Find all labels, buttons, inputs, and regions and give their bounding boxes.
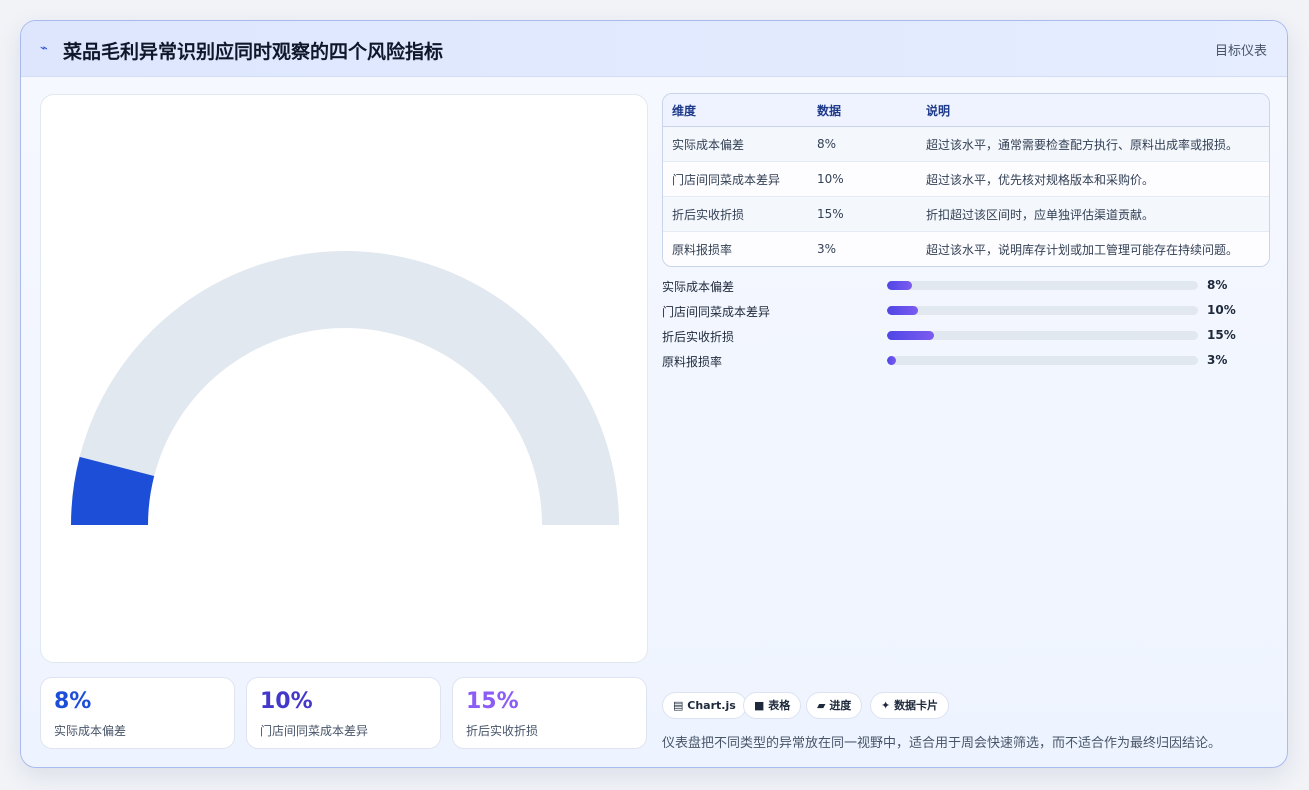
column-header-dimension: 维度 (663, 94, 808, 127)
stat-value: 10% (260, 689, 313, 714)
progress-label: 门店间同菜成本差异 (662, 305, 771, 319)
progress-icon: ▰ (817, 699, 826, 712)
progress-row: 门店间同菜成本差异 10% (662, 300, 1270, 325)
progress-label: 原料报损率 (662, 355, 723, 369)
table-cell: 原料报损率 (663, 231, 808, 266)
table-cell: 8% (808, 126, 917, 162)
chip-label: 数据卡片 (894, 699, 939, 712)
chip-label: 进度 (829, 699, 852, 712)
chip-chartjs: ▤ Chart.js (662, 692, 747, 719)
chip-label: 表格 (768, 699, 791, 712)
stat-label: 门店间同菜成本差异 (260, 724, 369, 738)
chart-type-badge: 目标仪表 (1214, 44, 1267, 59)
progress-label: 折后实收折损 (662, 330, 735, 344)
stat-card-store-difference: 10% 门店间同菜成本差异 (246, 677, 441, 749)
progress-track (887, 356, 1198, 365)
progress-row: 实际成本偏差 8% (662, 275, 1270, 300)
page-title: 菜品毛利异常识别应同时观察的四个风险指标 (63, 41, 444, 63)
progress-fill (887, 331, 934, 340)
progress-track (887, 306, 1198, 315)
progress-value: 10% (1207, 303, 1236, 317)
progress-row: 原料报损率 3% (662, 350, 1270, 375)
stat-value: 8% (54, 689, 92, 714)
progress-row: 折后实收折损 15% (662, 325, 1270, 350)
table-cell: 折扣超过该区间时，应单独评估渠道贡献。 (917, 196, 1269, 232)
chip-data-card: ✦ 数据卡片 (870, 692, 950, 719)
gauge-track (79, 251, 619, 525)
table-cell: 实际成本偏差 (663, 126, 808, 162)
progress-label: 实际成本偏差 (662, 280, 735, 294)
table-cell: 超过该水平，通常需要检查配方执行、原料出成率或报损。 (917, 126, 1269, 162)
stat-value: 15% (466, 689, 519, 714)
progress-track (887, 281, 1198, 290)
column-header-data: 数据 (808, 94, 917, 127)
stat-card-cost-deviation: 8% 实际成本偏差 (40, 677, 235, 749)
chip-label: Chart.js (687, 699, 736, 712)
table-row: 折后实收折损 15% 折扣超过该区间时，应单独评估渠道贡献。 (663, 196, 1269, 232)
table-cell: 10% (808, 161, 917, 197)
progress-bar-list: 实际成本偏差 8% 门店间同菜成本差异 10% 折后实收折损 15% 原料报损率 3% (662, 275, 1270, 375)
column-header-description: 说明 (917, 94, 1269, 127)
table-row: 原料报损率 3% 超过该水平，说明库存计划或加工管理可能存在持续问题。 (663, 231, 1269, 266)
progress-fill (887, 356, 897, 365)
header-bar: ⌁ 菜品毛利异常识别应同时观察的四个风险指标 目标仪表 (21, 21, 1287, 77)
chip-progress: ▰ 进度 (806, 692, 863, 719)
stat-card-discount-loss: 15% 折后实收折损 (452, 677, 647, 749)
footnote: 仪表盘把不同类型的异常放在同一视野中，适合用于周会快速筛选，而不适合作为最终归因… (662, 736, 1222, 751)
table-cell: 15% (808, 196, 917, 232)
sparkle-icon: ✦ (881, 699, 891, 712)
metrics-table: 维度 数据 说明 实际成本偏差 8% 超过该水平，通常需要检查配方执行、原料出成… (663, 94, 1269, 266)
trend-icon: ⌁ (40, 41, 48, 56)
progress-value: 8% (1207, 278, 1228, 292)
dashboard-card: ⌁ 菜品毛利异常识别应同时观察的四个风险指标 目标仪表 8% 实际成本偏差 10… (20, 20, 1288, 768)
stat-label: 折后实收折损 (466, 724, 539, 738)
progress-fill (887, 281, 912, 290)
chart-icon: ▤ (673, 699, 684, 712)
table-cell: 3% (808, 231, 917, 266)
progress-fill (887, 306, 919, 315)
stat-label: 实际成本偏差 (54, 724, 127, 738)
table-row: 实际成本偏差 8% 超过该水平，通常需要检查配方执行、原料出成率或报损。 (663, 126, 1269, 162)
metrics-table-container: 维度 数据 说明 实际成本偏差 8% 超过该水平，通常需要检查配方执行、原料出成… (662, 93, 1270, 267)
table-cell: 超过该水平，说明库存计划或加工管理可能存在持续问题。 (917, 231, 1269, 266)
progress-value: 3% (1207, 353, 1228, 367)
chip-table: ■ 表格 (743, 692, 802, 719)
table-row: 门店间同菜成本差异 10% 超过该水平，优先核对规格版本和采购价。 (663, 161, 1269, 197)
gauge-chart (71, 251, 619, 525)
table-icon: ■ (754, 699, 765, 712)
table-cell: 门店间同菜成本差异 (663, 161, 808, 197)
table-cell: 超过该水平，优先核对规格版本和采购价。 (917, 161, 1269, 197)
progress-value: 15% (1207, 328, 1236, 342)
table-header-row: 维度 数据 说明 (663, 94, 1269, 127)
progress-track (887, 331, 1198, 340)
gauge-panel (40, 94, 648, 663)
table-cell: 折后实收折损 (663, 196, 808, 232)
